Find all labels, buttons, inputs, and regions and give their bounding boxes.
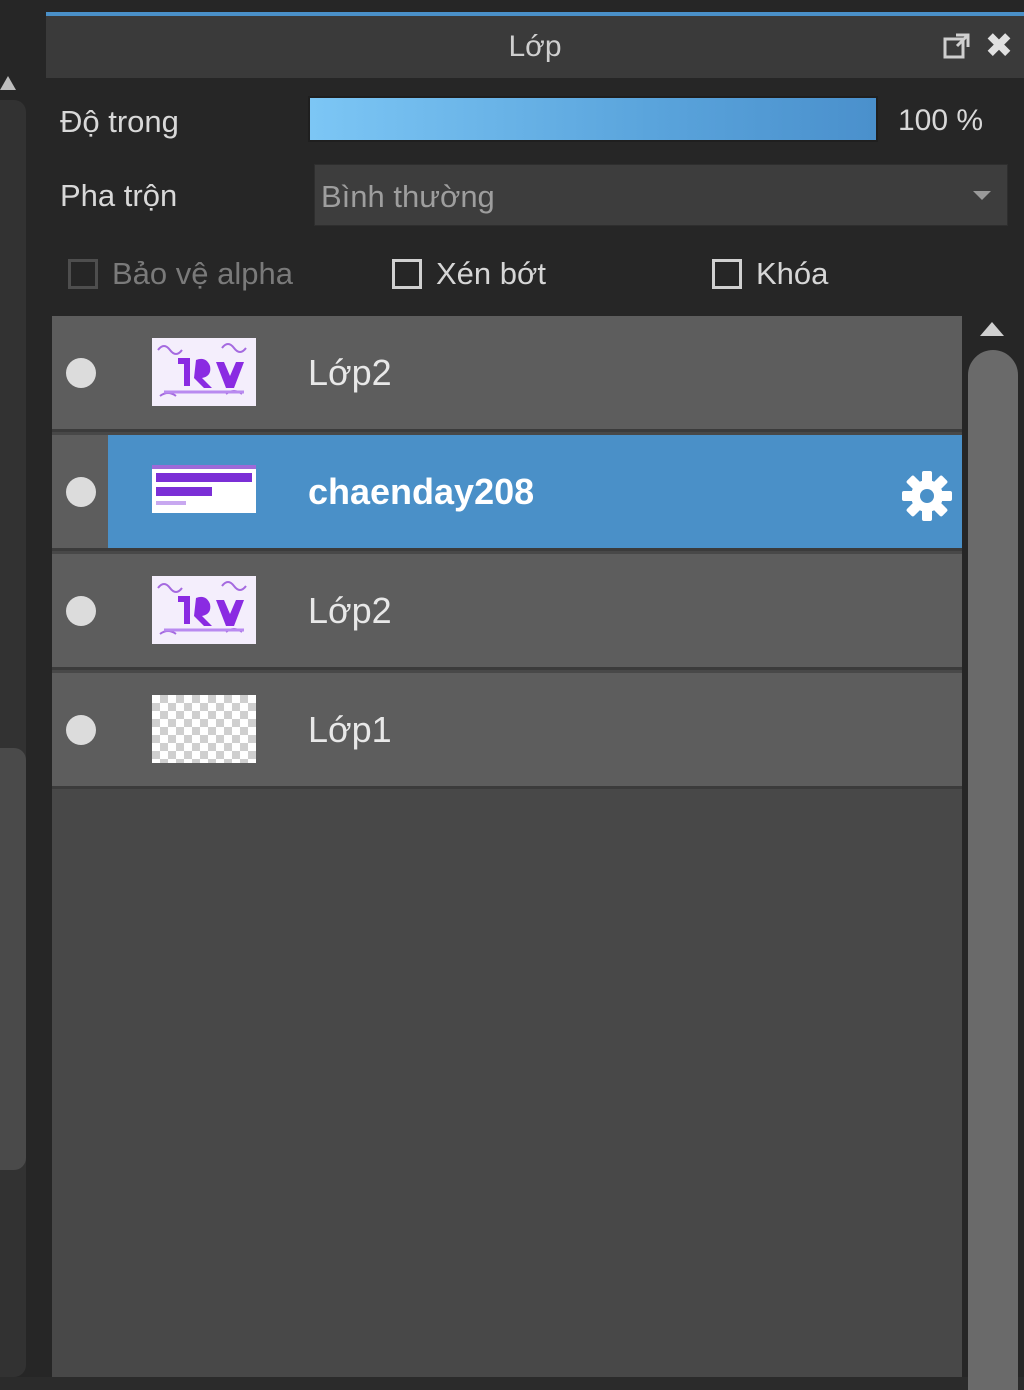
opacity-label: Độ trong (60, 104, 179, 139)
layers-scrollbar-thumb[interactable] (968, 350, 1018, 1390)
layer-name: Lớp2 (308, 352, 392, 393)
visibility-dot-icon[interactable] (66, 477, 96, 507)
chevron-down-icon (973, 191, 991, 200)
visibility-dot-icon[interactable] (66, 715, 96, 745)
lock-checkbox[interactable]: Khóa (712, 256, 828, 292)
blend-label: Pha trộn (60, 178, 178, 213)
visibility-dot-icon[interactable] (66, 596, 96, 626)
clip-box[interactable] (392, 259, 422, 289)
outer-left-strip (0, 0, 40, 1377)
protect-alpha-checkbox[interactable]: Bảo vệ alpha (68, 256, 293, 292)
text-layer-thumbnail (152, 465, 256, 513)
layers-list: Lớp2 chaenday208 Lớp2 Lớp1 (52, 316, 962, 1377)
opacity-slider[interactable] (308, 96, 878, 142)
protect-alpha-label: Bảo vệ alpha (112, 256, 293, 291)
outer-scrollbar-track[interactable] (0, 100, 26, 1377)
layers-panel: Lớp ✖ Độ trong 100 % Pha trộn Bình thườn… (40, 0, 1024, 1390)
visibility-dot-icon[interactable] (66, 358, 96, 388)
lock-label: Khóa (756, 256, 829, 291)
opacity-value: 100 % (898, 104, 984, 137)
clip-checkbox[interactable]: Xén bớt (392, 256, 546, 292)
purple-text-thumbnail (152, 576, 256, 644)
popout-icon[interactable] (940, 28, 974, 64)
layer-row-selected[interactable]: chaenday208 (52, 435, 962, 551)
clip-label: Xén bớt (436, 256, 546, 291)
panel-titlebar: Lớp ✖ (46, 16, 1024, 78)
lock-box[interactable] (712, 259, 742, 289)
blend-mode-value: Bình thường (321, 179, 495, 214)
purple-text-thumbnail (152, 338, 256, 406)
layer-row[interactable]: Lớp1 (52, 673, 962, 789)
scroll-up-arrow-icon[interactable] (0, 76, 16, 90)
layers-scrollbar[interactable] (964, 316, 1024, 1390)
close-icon[interactable]: ✖ (982, 27, 1016, 65)
protect-alpha-box[interactable] (68, 259, 98, 289)
scroll-up-arrow-icon[interactable] (980, 322, 1004, 336)
gear-icon[interactable] (900, 469, 954, 523)
layer-row[interactable]: Lớp2 (52, 316, 962, 432)
layer-row[interactable]: Lớp2 (52, 554, 962, 670)
transparent-thumbnail (152, 695, 256, 763)
blend-mode-select[interactable]: Bình thường (314, 164, 1008, 226)
panel-title: Lớp (508, 30, 562, 63)
layer-name: Lớp1 (308, 709, 392, 750)
layer-name: Lớp2 (308, 590, 392, 631)
layer-name: chaenday208 (308, 471, 535, 512)
outer-scrollbar-thumb[interactable] (0, 748, 26, 1170)
